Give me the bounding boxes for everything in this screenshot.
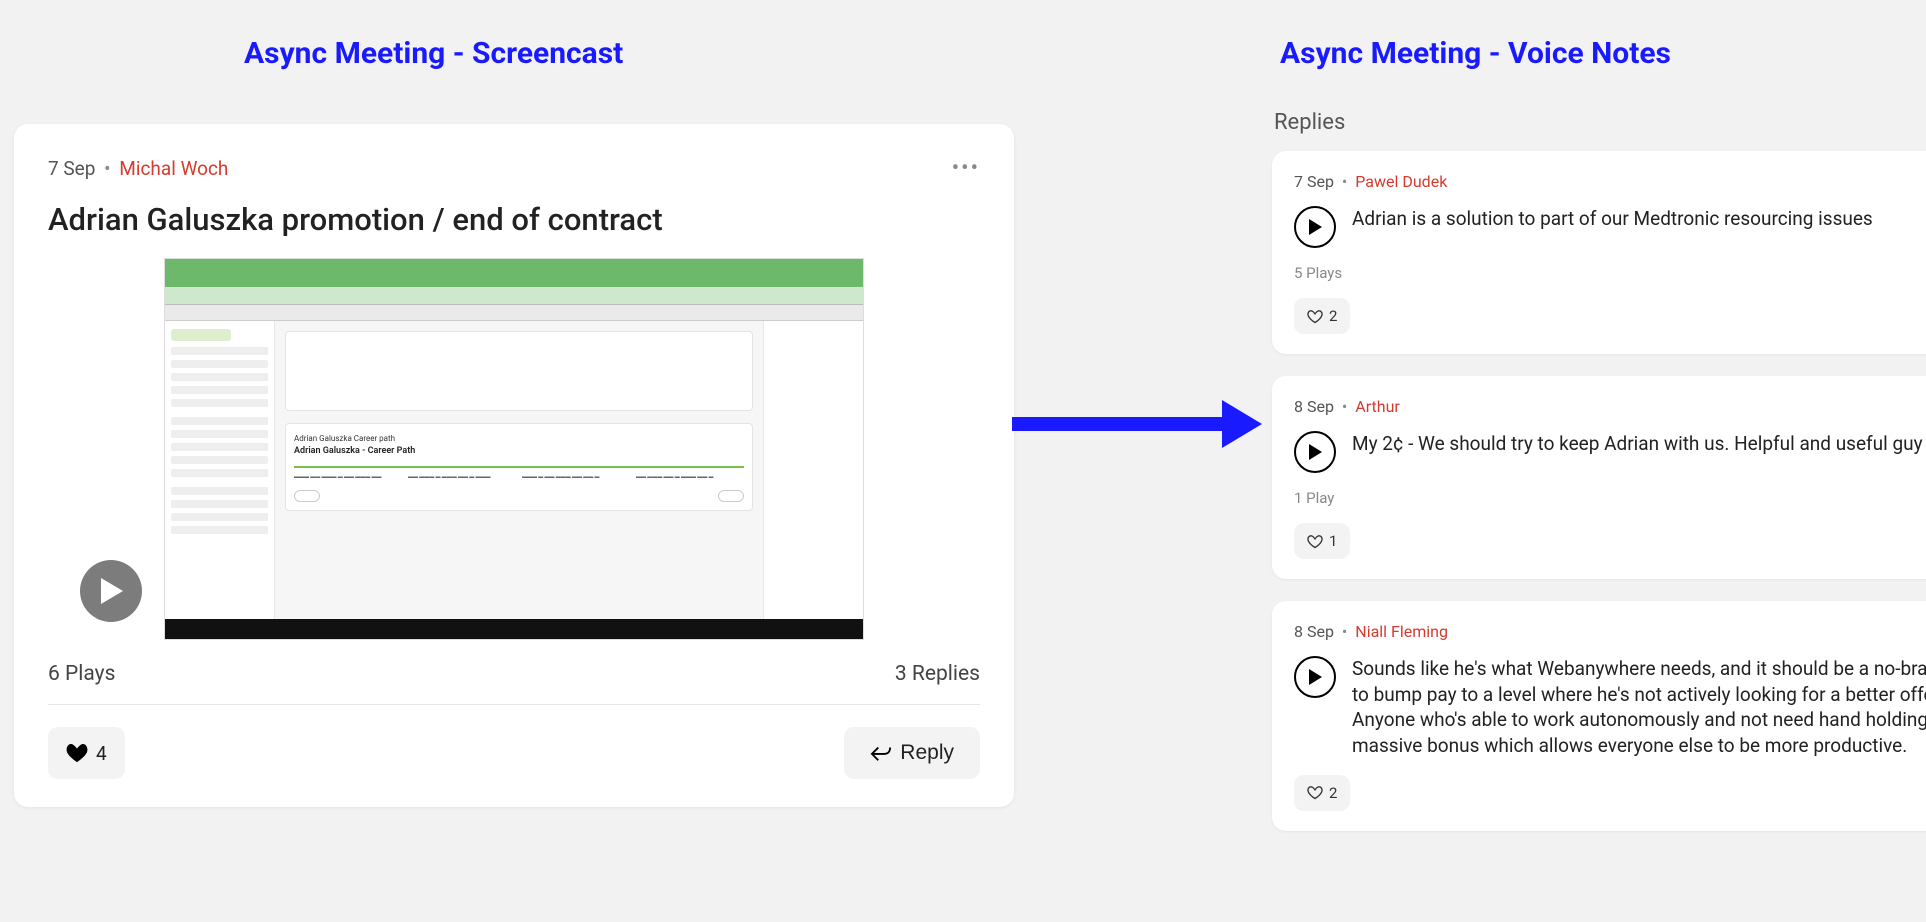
replies-column: Replies 7 Sep • Pawel Dudek ••• Adrian i… bbox=[1272, 110, 1926, 853]
post-date: 7 Sep bbox=[48, 157, 95, 180]
reply-like-button[interactable]: 2 bbox=[1294, 775, 1350, 811]
reply-like-count: 2 bbox=[1329, 784, 1337, 802]
reply-date: 8 Sep bbox=[1294, 622, 1334, 641]
play-button[interactable] bbox=[80, 560, 142, 622]
voice-play-button[interactable] bbox=[1294, 656, 1336, 698]
reply-plays: 5 Plays bbox=[1294, 264, 1926, 282]
post-author[interactable]: Michal Woch bbox=[119, 157, 228, 180]
reply-author[interactable]: Pawel Dudek bbox=[1355, 172, 1447, 191]
reply-meta: 7 Sep • Pawel Dudek bbox=[1294, 172, 1447, 191]
reply-date: 7 Sep bbox=[1294, 172, 1334, 191]
replies-heading: Replies bbox=[1274, 110, 1926, 135]
heart-icon bbox=[1307, 785, 1323, 800]
reply-meta: 8 Sep • Niall Fleming bbox=[1294, 622, 1448, 641]
arrow-icon bbox=[1012, 394, 1262, 454]
reply-icon bbox=[870, 743, 892, 763]
meta-separator: • bbox=[104, 157, 110, 180]
post-title: Adrian Galuszka promotion / end of contr… bbox=[48, 201, 980, 238]
post-meta: 7 Sep • Michal Woch bbox=[48, 157, 228, 180]
screencast-thumbnail-wrap: Adrian Galuszka Career path Adrian Galus… bbox=[48, 258, 980, 640]
heading-screencast: Async Meeting - Screencast bbox=[244, 36, 623, 71]
like-button[interactable]: 4 bbox=[48, 727, 125, 779]
reply-meta: 8 Sep • Arthur bbox=[1294, 397, 1400, 416]
reply-like-button[interactable]: 1 bbox=[1294, 523, 1350, 559]
reply-date: 8 Sep bbox=[1294, 397, 1334, 416]
reply-text: Adrian is a solution to part of our Medt… bbox=[1352, 206, 1873, 232]
reply-like-count: 2 bbox=[1329, 307, 1337, 325]
thumb-inner-title: Adrian Galuszka Career path bbox=[294, 434, 744, 443]
reply-like-count: 1 bbox=[1329, 532, 1337, 550]
play-icon bbox=[1308, 444, 1322, 460]
reply-text: My 2¢ - We should try to keep Adrian wit… bbox=[1352, 431, 1923, 457]
heart-icon bbox=[66, 743, 88, 763]
voice-play-button[interactable] bbox=[1294, 431, 1336, 473]
reply-card: 8 Sep • Niall Fleming ••• Sounds like he… bbox=[1272, 601, 1926, 831]
divider bbox=[48, 704, 980, 705]
play-icon bbox=[1308, 219, 1322, 235]
reply-text: Sounds like he's what Webanywhere needs,… bbox=[1352, 656, 1926, 759]
reply-button[interactable]: Reply bbox=[844, 727, 980, 779]
reply-card: 7 Sep • Pawel Dudek ••• Adrian is a solu… bbox=[1272, 151, 1926, 354]
thumb-inner-subtitle: Adrian Galuszka - Career Path bbox=[294, 446, 744, 456]
post-more-menu[interactable]: ••• bbox=[952, 156, 980, 181]
play-icon bbox=[1308, 669, 1322, 685]
reply-plays: 1 Play bbox=[1294, 489, 1926, 507]
reply-card: 8 Sep • Arthur ••• My 2¢ - We should try… bbox=[1272, 376, 1926, 579]
heart-icon bbox=[1307, 309, 1323, 324]
play-icon bbox=[99, 578, 123, 604]
screencast-post-card: 7 Sep • Michal Woch ••• Adrian Galuszka … bbox=[14, 124, 1014, 807]
heart-icon bbox=[1307, 534, 1323, 549]
voice-play-button[interactable] bbox=[1294, 206, 1336, 248]
reply-author[interactable]: Arthur bbox=[1355, 397, 1400, 416]
like-count: 4 bbox=[96, 742, 107, 765]
reply-label: Reply bbox=[900, 741, 954, 765]
reply-author[interactable]: Niall Fleming bbox=[1355, 622, 1448, 641]
reply-like-button[interactable]: 2 bbox=[1294, 298, 1350, 334]
replies-count[interactable]: 3 Replies bbox=[895, 662, 980, 686]
heading-voicenotes: Async Meeting - Voice Notes bbox=[1280, 36, 1671, 71]
screencast-thumbnail[interactable]: Adrian Galuszka Career path Adrian Galus… bbox=[164, 258, 864, 640]
plays-count: 6 Plays bbox=[48, 662, 115, 686]
